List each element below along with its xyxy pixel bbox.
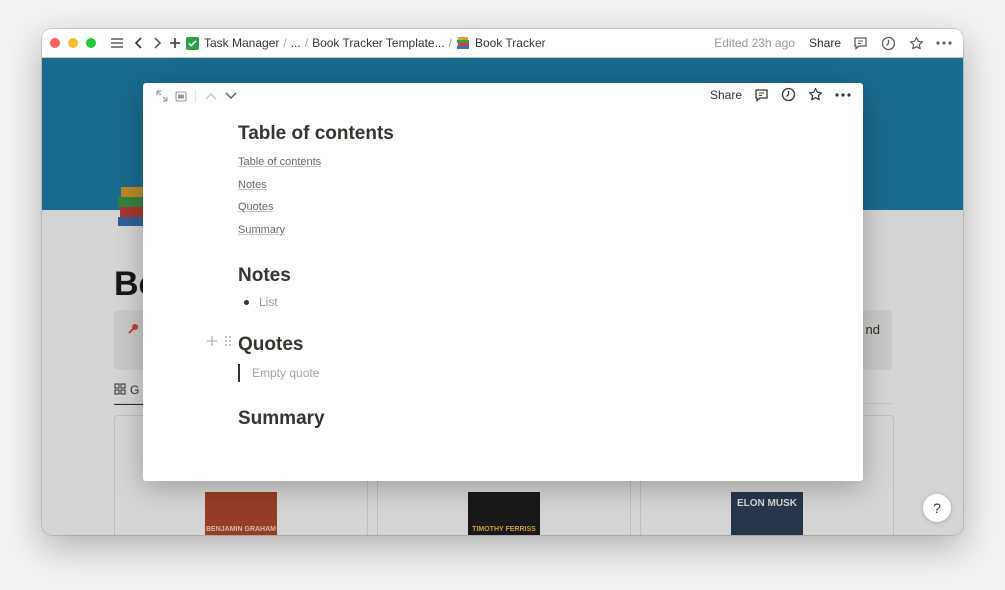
- modal-comment-icon[interactable]: [754, 88, 769, 102]
- page-peek-modal: Share Table of contents Table of content…: [143, 83, 863, 481]
- toc-link-notes[interactable]: Notes: [238, 179, 267, 191]
- quote-placeholder: Empty quote: [252, 366, 320, 380]
- history-clock-icon[interactable]: [879, 34, 897, 52]
- help-button[interactable]: ?: [923, 494, 951, 522]
- breadcrumb-item-book-tracker[interactable]: Book Tracker: [475, 36, 546, 50]
- favorite-star-icon[interactable]: [907, 34, 925, 52]
- toc-link-summary[interactable]: Summary: [238, 224, 285, 236]
- modal-share-button[interactable]: Share: [710, 88, 742, 102]
- titlebar-tools: Edited 23h ago Share: [714, 29, 953, 57]
- expand-icon[interactable]: [155, 89, 169, 103]
- previous-page-icon[interactable]: [204, 89, 218, 103]
- breadcrumb-item-task-manager[interactable]: Task Manager: [204, 36, 279, 50]
- sidebar-menu-icon[interactable]: [108, 34, 126, 52]
- bullet-dot: [244, 299, 249, 305]
- zoom-window-button[interactable]: [86, 38, 96, 48]
- peek-mode-icon[interactable]: [174, 89, 188, 103]
- heading-quotes[interactable]: Quotes: [238, 334, 303, 356]
- toc-link-quotes[interactable]: Quotes: [238, 201, 273, 213]
- breadcrumb-separator: /: [304, 36, 309, 50]
- books-icon: [456, 36, 470, 50]
- back-icon[interactable]: [130, 34, 148, 52]
- modal-right-tools: Share: [710, 87, 851, 102]
- drag-handle-icon[interactable]: [224, 334, 232, 350]
- breadcrumb-separator: /: [448, 36, 452, 50]
- forward-icon[interactable]: [148, 34, 166, 52]
- heading-summary[interactable]: Summary: [238, 408, 325, 430]
- share-button[interactable]: Share: [809, 36, 841, 50]
- modal-history-clock-icon[interactable]: [781, 87, 796, 102]
- comment-icon[interactable]: [851, 34, 869, 52]
- breadcrumb-item-book-tracker-template[interactable]: Book Tracker Template...: [312, 36, 445, 50]
- breadcrumb-item-ellipsis[interactable]: ...: [291, 36, 301, 50]
- next-page-icon[interactable]: [224, 89, 238, 103]
- heading-table-of-contents[interactable]: Table of contents: [238, 123, 394, 145]
- modal-favorite-star-icon[interactable]: [808, 87, 823, 102]
- modal-more-options-icon[interactable]: [835, 92, 851, 97]
- window-controls: [50, 38, 96, 48]
- heading-notes[interactable]: Notes: [238, 265, 291, 287]
- breadcrumb: Task Manager / ... / Book Tracker Templa…: [186, 36, 546, 50]
- more-options-icon[interactable]: [935, 34, 953, 52]
- quote-bar: [238, 364, 240, 382]
- close-window-button[interactable]: [50, 38, 60, 48]
- new-page-icon[interactable]: [166, 34, 184, 52]
- title-bar: Task Manager / ... / Book Tracker Templa…: [42, 29, 963, 58]
- bullet-list-item[interactable]: List: [244, 295, 278, 309]
- minimize-window-button[interactable]: [68, 38, 78, 48]
- toolbar-divider: [195, 90, 196, 102]
- edited-timestamp: Edited 23h ago: [714, 36, 795, 50]
- add-block-icon[interactable]: [206, 334, 218, 350]
- bullet-placeholder: List: [259, 295, 278, 309]
- toc-link-table-of-contents[interactable]: Table of contents: [238, 156, 321, 168]
- check-box-icon: [186, 36, 199, 50]
- breadcrumb-separator: /: [283, 36, 287, 50]
- modal-toolbar: Share: [143, 83, 863, 109]
- quote-block[interactable]: Empty quote: [238, 364, 319, 382]
